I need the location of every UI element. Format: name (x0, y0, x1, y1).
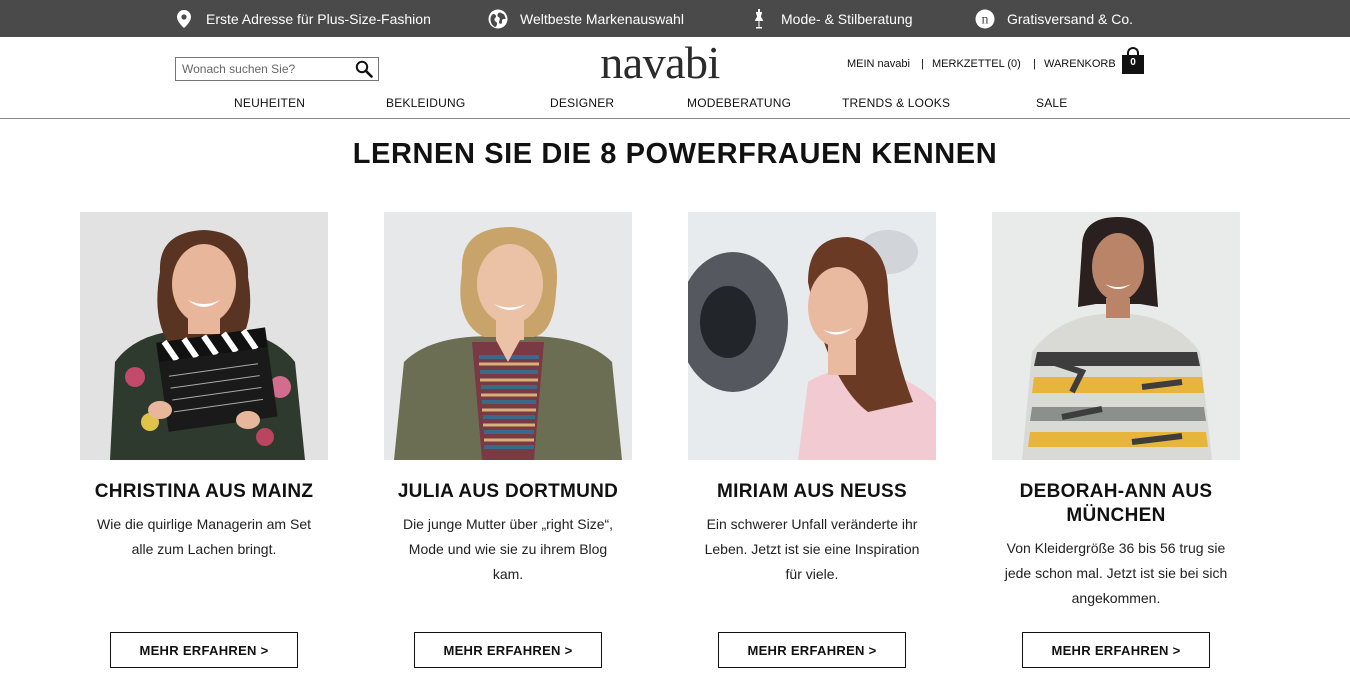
nav-item-designer[interactable]: DESIGNER (550, 96, 614, 112)
usp-item-brands: Weltbeste Markenauswahl (488, 0, 684, 37)
header-separator: | (1033, 58, 1036, 70)
shopping-bag-icon[interactable]: 0 (1122, 47, 1144, 75)
mehr-erfahren-button[interactable]: MEHR ERFAHREN > (110, 632, 298, 668)
woman-name: CHRISTINA AUS MAINZ (94, 481, 314, 502)
usp-item-plus-size: Erste Adresse für Plus-Size-Fashion (174, 0, 431, 37)
nav-item-bekleidung[interactable]: BEKLEIDUNG (386, 96, 465, 112)
nav-item-sale[interactable]: SALE (1036, 96, 1068, 112)
woman-name: MIRIAM AUS NEUSS (717, 481, 907, 502)
usp-label: Mode- & Stilberatung (781, 10, 913, 27)
woman-description: Die junge Mutter über „right Size“, Mode… (402, 516, 614, 582)
merkzettel-link[interactable]: MERKZETTEL (0) (932, 57, 1021, 71)
svg-text:n: n (982, 12, 989, 27)
page-title: LERNEN SIE DIE 8 POWERFRAUEN KENNEN (352, 138, 998, 170)
nav-divider (0, 118, 1350, 119)
dress-form-icon (749, 8, 769, 29)
navabi-logo[interactable]: navabi (598, 38, 722, 88)
location-pin-icon (174, 9, 194, 29)
nav-item-trends-looks[interactable]: TRENDS & LOOKS (842, 96, 950, 112)
portrait-photo[interactable] (384, 212, 632, 460)
nav-item-modeberatung[interactable]: MODEBERATUNG (687, 96, 791, 112)
usp-label: Weltbeste Markenauswahl (520, 10, 684, 27)
usp-label: Erste Adresse für Plus-Size-Fashion (206, 10, 431, 27)
nav-item-neuheiten[interactable]: NEUHEITEN (234, 96, 305, 112)
search-icon[interactable] (353, 59, 375, 79)
woman-description: Von Kleidergröße 36 bis 56 trug sie jede… (1004, 540, 1228, 606)
mehr-erfahren-button[interactable]: MEHR ERFAHREN > (718, 632, 906, 668)
usp-bar: Erste Adresse für Plus-Size-Fashion Welt… (0, 0, 1350, 37)
navabi-n-icon: n (975, 9, 995, 29)
warenkorb-link[interactable]: WARENKORB (1044, 57, 1116, 71)
mehr-erfahren-button[interactable]: MEHR ERFAHREN > (414, 632, 602, 668)
header-separator: | (921, 58, 924, 70)
portrait-photo[interactable] (80, 212, 328, 460)
portrait-photo[interactable] (992, 212, 1240, 460)
globe-icon (488, 9, 508, 29)
woman-description: Ein schwerer Unfall veränderte ihr Leben… (704, 516, 920, 582)
woman-name: DEBORAH-ANN AUS MÜNCHEN (1019, 481, 1213, 526)
portrait-photo[interactable] (688, 212, 936, 460)
mehr-erfahren-button[interactable]: MEHR ERFAHREN > (1022, 632, 1210, 668)
search-input[interactable] (176, 58, 351, 80)
woman-name: JULIA AUS DORTMUND (397, 481, 619, 502)
search-box (175, 57, 379, 81)
cart-count: 0 (1130, 57, 1136, 68)
mein-navabi-link[interactable]: MEIN navabi (847, 57, 910, 71)
usp-item-shipping: n Gratisversand & Co. (975, 0, 1133, 37)
usp-label: Gratisversand & Co. (1007, 10, 1134, 27)
woman-description: Wie die quirlige Managerin am Set alle z… (97, 516, 311, 557)
usp-item-styling: Mode- & Stilberatung (749, 0, 913, 37)
